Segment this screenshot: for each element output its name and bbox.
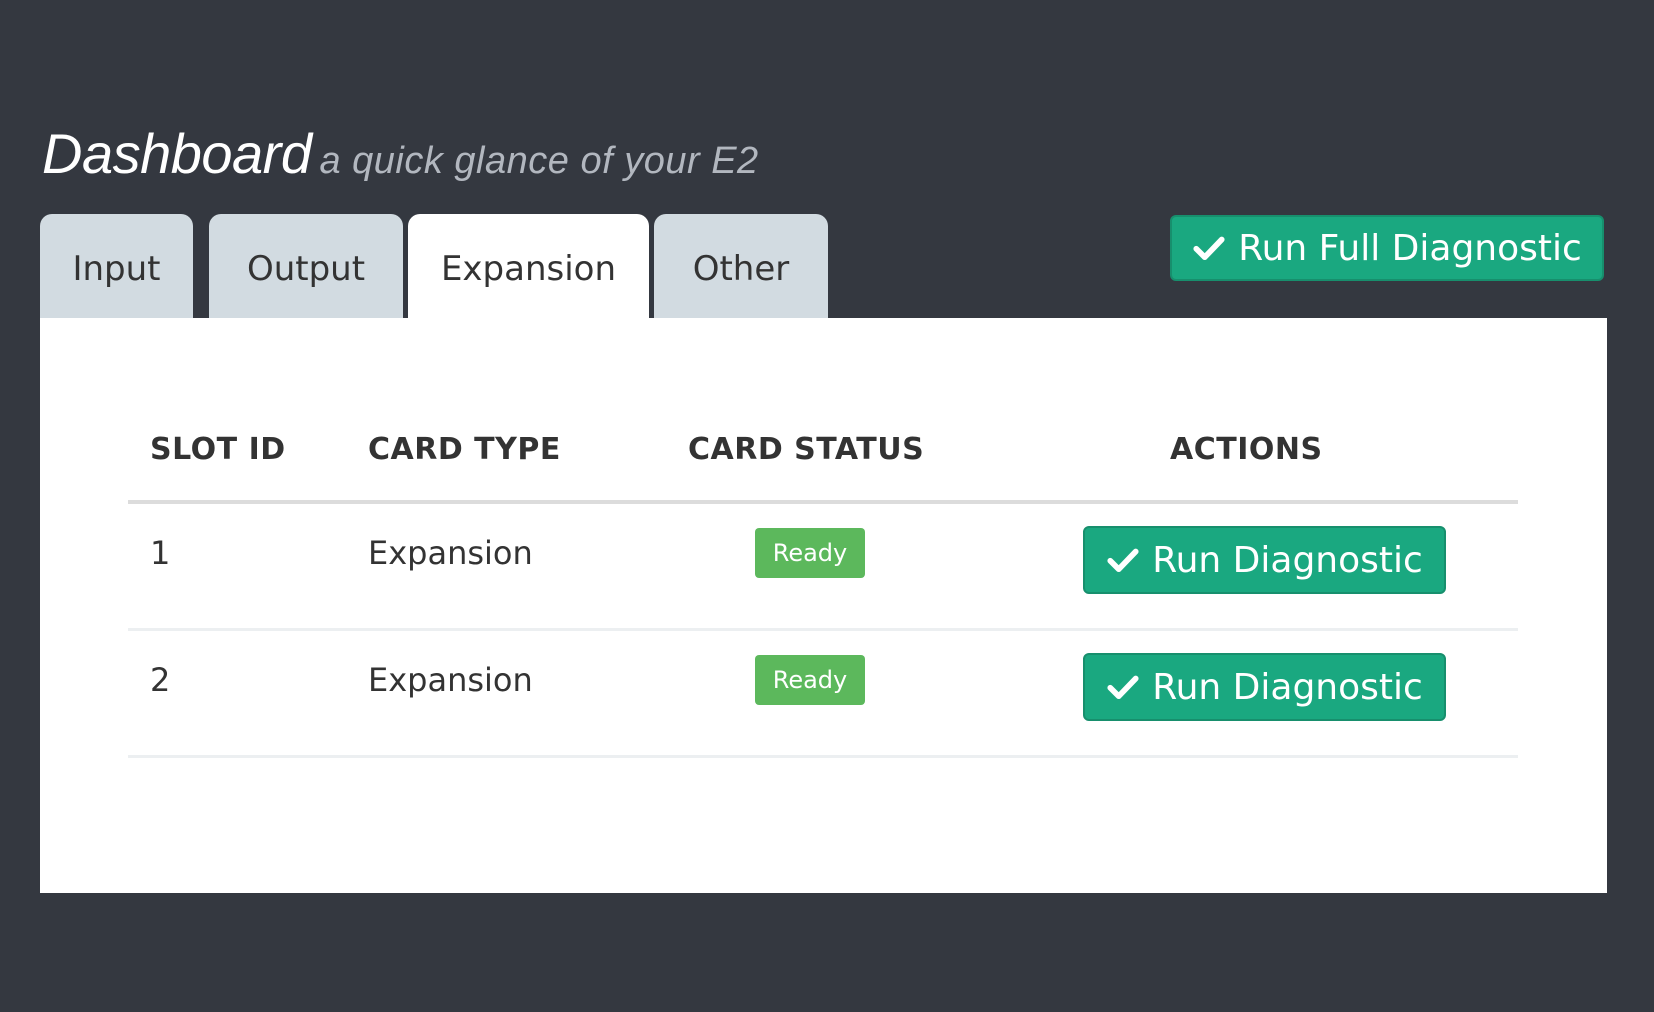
check-icon: [1107, 675, 1139, 700]
tab-other-label: Other: [692, 249, 790, 289]
run-full-diagnostic-label: Run Full Diagnostic: [1238, 227, 1582, 269]
header-slot-id: SLOT ID: [150, 432, 286, 467]
check-icon: [1193, 236, 1225, 261]
dashboard-page: Dashboard a quick glance of your E2 Input…: [0, 0, 1654, 1012]
run-diagnostic-button[interactable]: Run Diagnostic: [1083, 653, 1446, 721]
expansion-table: SLOT ID CARD TYPE CARD STATUS ACTIONS 1 …: [128, 418, 1518, 758]
status-badge: Ready: [755, 528, 865, 578]
card-type-cell: Expansion: [368, 661, 533, 699]
run-full-diagnostic-button[interactable]: Run Full Diagnostic: [1170, 215, 1604, 281]
header-actions: ACTIONS: [1170, 432, 1323, 467]
tab-output-label: Output: [246, 249, 366, 289]
page-subtitle: a quick glance of your E2: [319, 140, 759, 182]
tab-other[interactable]: Other: [654, 214, 828, 318]
expansion-panel: SLOT ID CARD TYPE CARD STATUS ACTIONS 1 …: [40, 318, 1607, 893]
tab-expansion-label: Expansion: [440, 249, 617, 289]
tab-output[interactable]: Output: [209, 214, 403, 318]
slot-id-cell: 2: [150, 661, 171, 699]
tab-input[interactable]: Input: [40, 214, 193, 318]
tab-input-label: Input: [72, 249, 161, 289]
table-row: 1 Expansion Ready Run Diagnostic: [128, 504, 1518, 631]
table-row: 2 Expansion Ready Run Diagnostic: [128, 631, 1518, 758]
page-title: Dashboard a quick glance of your E2: [42, 118, 759, 197]
header-card-type: CARD TYPE: [368, 432, 561, 467]
run-diagnostic-label: Run Diagnostic: [1152, 666, 1423, 708]
page-title-text: Dashboard: [42, 122, 312, 185]
tab-expansion[interactable]: Expansion: [408, 214, 649, 318]
slot-id-cell: 1: [150, 534, 171, 572]
check-icon: [1107, 548, 1139, 573]
run-diagnostic-button[interactable]: Run Diagnostic: [1083, 526, 1446, 594]
header-card-status: CARD STATUS: [688, 432, 925, 467]
run-diagnostic-label: Run Diagnostic: [1152, 539, 1423, 581]
table-header: SLOT ID CARD TYPE CARD STATUS ACTIONS: [128, 418, 1518, 504]
status-badge: Ready: [755, 655, 865, 705]
card-type-cell: Expansion: [368, 534, 533, 572]
